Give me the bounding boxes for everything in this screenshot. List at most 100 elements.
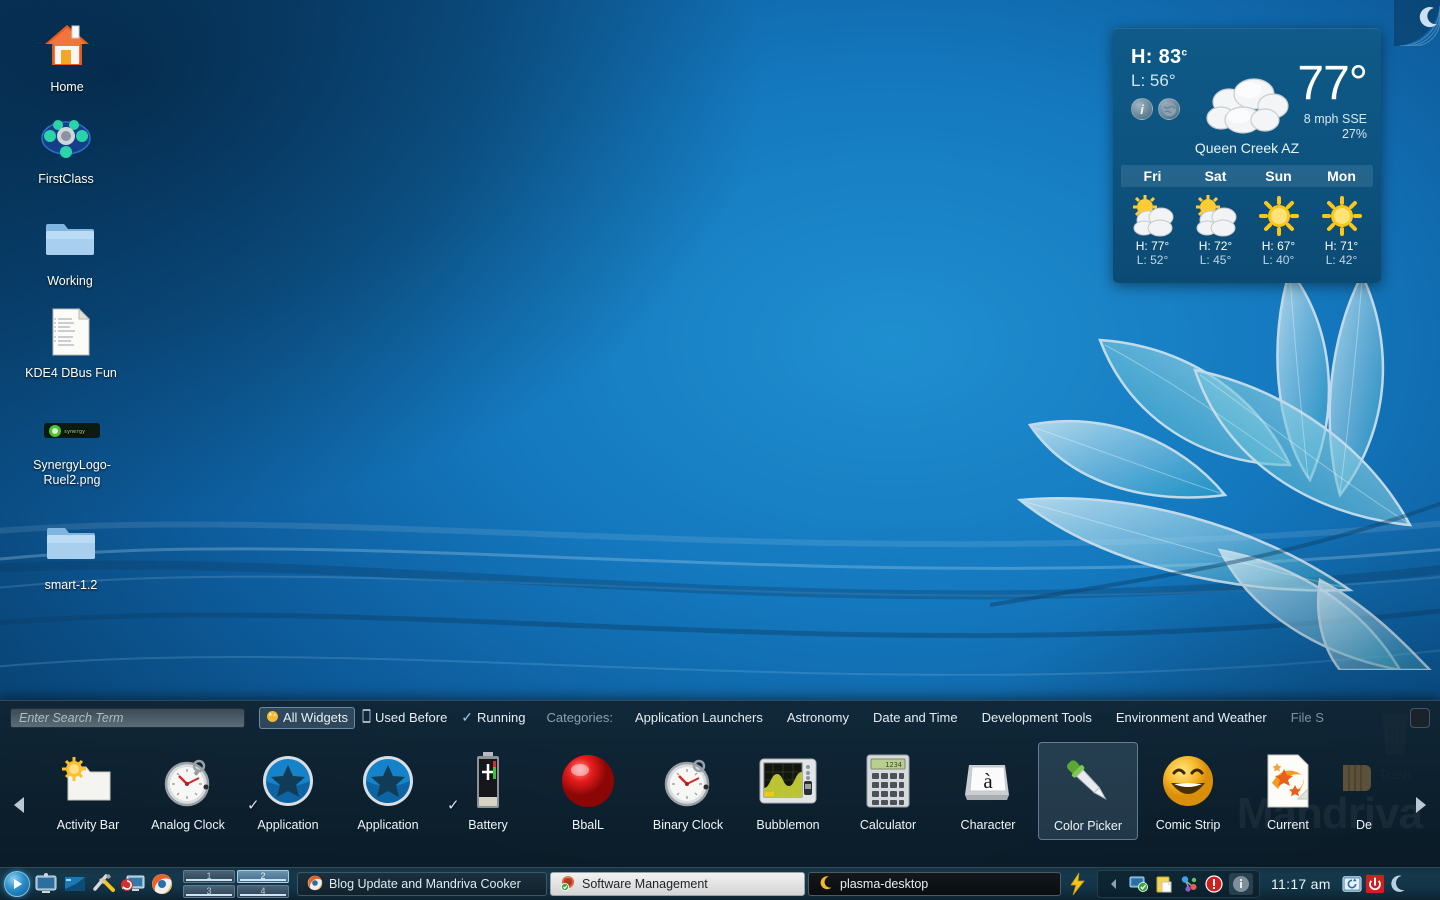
task-label: plasma-desktop <box>840 877 928 891</box>
task-label: Software Management <box>582 877 708 891</box>
filter-used-before[interactable]: Used Before <box>355 706 454 729</box>
widget-character[interactable]: à Character <box>938 742 1038 838</box>
widget-label: Comic Strip <box>1140 818 1236 832</box>
category-date-and-time[interactable]: Date and Time <box>861 707 970 728</box>
category-environment-and-weather[interactable]: Environment and Weather <box>1104 707 1279 728</box>
show-dashboard-icon[interactable] <box>62 871 88 897</box>
info-notification-icon[interactable] <box>1229 873 1253 895</box>
shutdown-icon[interactable] <box>1365 874 1385 894</box>
activity-bar-icon <box>40 748 136 814</box>
update-applet-icon[interactable] <box>1342 874 1362 894</box>
widget-application-1[interactable]: ✓ Application <box>238 742 338 838</box>
category-astronomy[interactable]: Astronomy <box>775 707 861 728</box>
eyedropper-icon <box>1041 749 1135 815</box>
firefox-icon <box>307 875 323 894</box>
arrow-left-icon[interactable] <box>0 742 38 867</box>
widget-current[interactable]: Current <box>1238 742 1338 838</box>
desktop-icon-firstclass[interactable]: FirstClass <box>11 112 121 187</box>
globe-icon[interactable] <box>1158 98 1180 120</box>
system-settings-icon[interactable] <box>120 871 146 897</box>
widget-calculator[interactable]: 1234 Calculator <box>838 742 938 838</box>
pager-desktop-3[interactable]: 3 <box>183 885 235 898</box>
clipboard-klipper-icon[interactable] <box>1154 874 1174 894</box>
pager-desktop-1[interactable]: 1 <box>183 870 235 883</box>
desktop-icon-synergylogo[interactable]: synergy SynergyLogo-Ruel2.png <box>17 420 127 488</box>
weather-temperature-block: 77° 8 mph SSE 27% <box>1297 62 1367 142</box>
desktop-icon-kde4-dbus-fun[interactable]: KDE4 DBus Fun <box>16 306 126 381</box>
widget-comic-strip[interactable]: Comic Strip <box>1138 742 1238 838</box>
task-software-management[interactable]: Software Management <box>550 872 805 896</box>
widget-battery[interactable]: ✓ Battery <box>438 742 538 838</box>
widget-binary-clock[interactable]: Binary Clock <box>638 742 738 838</box>
filter-running[interactable]: ✓ Running <box>454 706 532 729</box>
widget-activity-bar[interactable]: Activity Bar <box>38 742 138 838</box>
category-development-tools[interactable]: Development Tools <box>970 707 1104 728</box>
kde-menu-icon[interactable] <box>4 871 30 897</box>
weather-forecast-day: H: 72° L: 45° <box>1184 195 1247 267</box>
task-blog-update[interactable]: Blog Update and Mandriva Cooker <box>297 872 547 896</box>
weather-forecast-high: H: 67° <box>1247 239 1310 253</box>
weather-high: H: 83c <box>1131 46 1187 69</box>
weather-forecast-low: L: 40° <box>1247 253 1310 267</box>
filter-all-widgets[interactable]: All Widgets <box>259 707 355 729</box>
konsole-icon[interactable] <box>91 871 117 897</box>
widget-explorer-toolbar: All Widgets Used Before ✓ Running Catego… <box>0 701 1440 734</box>
widget-color-picker[interactable]: Color Picker <box>1038 742 1138 840</box>
category-file-system[interactable]: File S <box>1279 707 1336 728</box>
desktop-icon-label: FirstClass <box>11 172 121 187</box>
arrow-right-icon[interactable] <box>1402 742 1440 867</box>
analog-clock-icon <box>140 748 236 814</box>
running-check-icon: ✓ <box>247 796 260 814</box>
widget-bball[interactable]: BbalL <box>538 742 638 838</box>
widget-label: Analog Clock <box>140 818 236 832</box>
desktop-toolbox-icon[interactable] <box>1394 0 1440 46</box>
all-widgets-icon <box>266 710 279 726</box>
virtual-desktop-pager[interactable]: 1 2 3 4 <box>183 870 289 898</box>
svg-text:1234: 1234 <box>885 761 902 769</box>
widget-partial-de[interactable]: De <box>1338 742 1390 838</box>
weather-widget[interactable]: H: 83c L: 56° i <box>1113 28 1381 283</box>
remote-desktop-icon[interactable] <box>149 871 175 897</box>
widget-analog-clock[interactable]: Analog Clock <box>138 742 238 838</box>
character-key-icon: à <box>940 748 1036 814</box>
desktop-icon-smart12[interactable]: smart-1.2 <box>16 518 126 593</box>
widget-application-2[interactable]: Application <box>338 742 438 838</box>
clock[interactable]: 11:17 am <box>1263 876 1339 892</box>
widget-label: Calculator <box>840 818 936 832</box>
task-plasma-desktop[interactable]: plasma-desktop <box>808 872 1061 896</box>
running-check-icon: ✓ <box>447 796 460 814</box>
moon-icon[interactable] <box>1388 874 1408 894</box>
pager-desktop-2[interactable]: 2 <box>237 870 289 883</box>
clock-history-icon <box>362 709 371 726</box>
widget-label: Application <box>240 818 336 832</box>
weather-day-header: Fri Sat Sun Mon <box>1121 165 1373 187</box>
desktop-icon-working[interactable]: Working <box>15 214 125 289</box>
energy-bolt-icon[interactable] <box>1064 871 1090 897</box>
search-input[interactable] <box>10 708 245 728</box>
pager-desktop-4[interactable]: 4 <box>237 885 289 898</box>
device-notifier-icon[interactable] <box>1179 874 1199 894</box>
smiley-icon <box>1140 748 1236 814</box>
sunny-icon <box>1310 195 1373 237</box>
plasma-icon <box>818 875 834 894</box>
show-desktop-icon[interactable] <box>33 871 59 897</box>
error-notification-icon[interactable] <box>1204 874 1224 894</box>
widget-bubblemon[interactable]: Bubblemon <box>738 742 838 838</box>
network-connected-icon[interactable] <box>1129 874 1149 894</box>
weather-high-label: H: <box>1131 46 1153 68</box>
cloudy-icon <box>1199 76 1295 143</box>
widget-label: Battery <box>440 818 536 832</box>
task-label: Blog Update and Mandriva Cooker <box>329 877 521 891</box>
desktop-icon-home[interactable]: Home <box>12 20 122 95</box>
widget-label: BbalL <box>540 818 636 832</box>
folder-icon <box>15 214 125 270</box>
toolbar-close-knob[interactable] <box>1410 708 1430 728</box>
weather-forecast-low: L: 42° <box>1310 253 1373 267</box>
desktop-icon-label: SynergyLogo-Ruel2.png <box>17 458 127 488</box>
tray-expand-icon[interactable] <box>1104 874 1124 894</box>
widget-label: Character <box>940 818 1036 832</box>
desktop-icon-label: Home <box>12 80 122 95</box>
categories-label: Categories: <box>546 710 612 725</box>
category-application-launchers[interactable]: Application Launchers <box>623 707 775 728</box>
info-icon[interactable]: i <box>1131 98 1153 120</box>
